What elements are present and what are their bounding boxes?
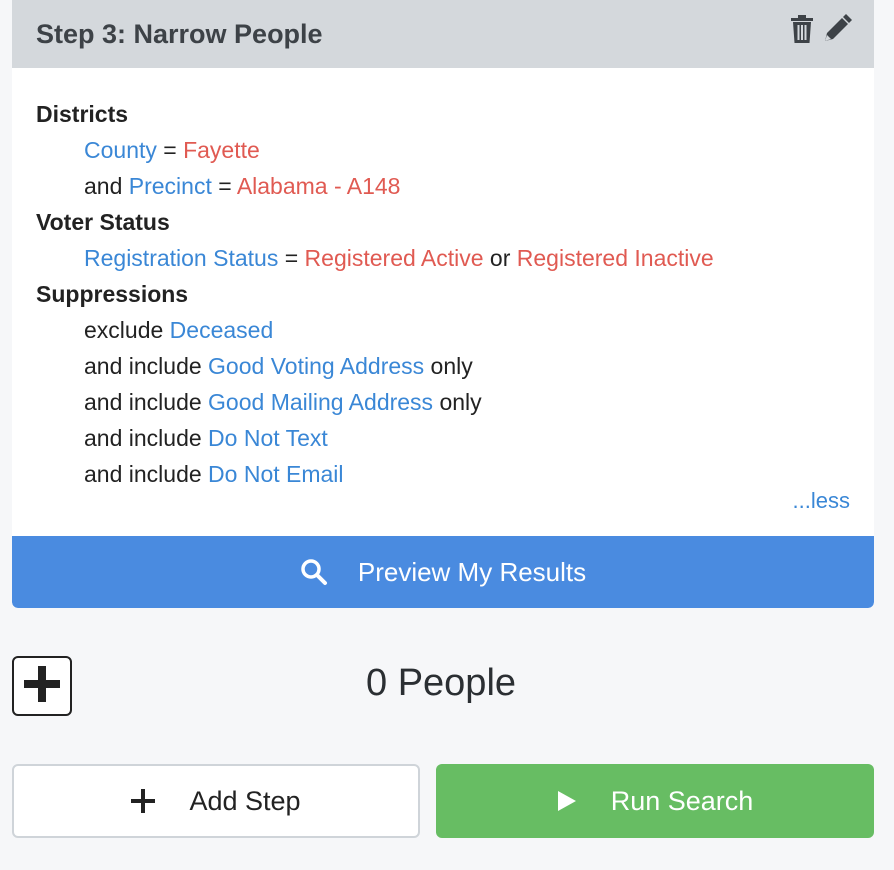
conjunction: and [84,173,123,199]
plus-icon [22,664,62,709]
run-search-label: Run Search [610,785,754,816]
less-link[interactable]: ...less [793,488,850,514]
pencil-icon[interactable] [822,14,852,44]
trash-icon[interactable] [790,14,814,44]
operator: = [284,245,299,271]
step-card: Step 3: Narrow People Districts County =… [12,0,874,608]
district-row: and Precinct = Alabama - A148 [36,168,850,204]
people-count: 0 People [366,662,517,704]
run-search-button[interactable]: Run Search [436,764,874,838]
suppression-row: and include Do Not Text [36,420,850,456]
plus-icon [131,789,156,813]
operator: = [163,137,177,163]
header-actions [790,14,852,44]
suppression-row: and include Good Mailing Address only [36,384,850,420]
suppression-row: and include Do Not Email [36,456,850,492]
preview-results-button[interactable]: Preview My Results [12,536,874,608]
suppression-link[interactable]: Do Not Text [208,425,328,451]
status-value-inactive: Registered Inactive [516,245,714,271]
step-header: Step 3: Narrow People [12,0,874,68]
suppression-prefix: exclude [84,317,164,343]
add-step-button[interactable]: Add Step [12,764,420,838]
suppression-row: and include Good Voting Address only [36,348,850,384]
step-title: Step 3: Narrow People [36,18,323,49]
suppression-link[interactable]: Good Voting Address [208,353,424,379]
suppressions-heading: Suppressions [36,281,189,307]
precinct-value: Alabama - A148 [236,173,401,199]
suppression-prefix: and include [84,353,202,379]
county-field-link[interactable]: County [84,137,157,163]
registration-status-link[interactable]: Registration Status [84,245,278,271]
conjunction: or [489,245,511,271]
add-criteria-button[interactable] [12,656,72,716]
status-value-active: Registered Active [304,245,484,271]
add-step-label: Add Step [189,785,301,816]
operator: = [218,173,232,199]
suppression-prefix: and include [84,425,202,451]
suppression-row: exclude Deceased [36,312,850,348]
suppression-link[interactable]: Do Not Email [208,461,343,487]
search-icon [300,558,328,586]
suppression-prefix: and include [84,461,202,487]
preview-label: Preview My Results [357,556,587,587]
precinct-field-link[interactable]: Precinct [129,173,212,199]
district-row: County = Fayette [36,132,850,168]
criteria-body: Districts County = Fayette and Precinct … [12,68,874,536]
voter-status-heading: Voter Status [36,209,170,235]
suppression-suffix: only [439,389,482,415]
voter-status-row: Registration Status = Registered Active … [36,240,850,276]
suppression-link[interactable]: Deceased [170,317,274,343]
play-icon [557,790,577,812]
districts-heading: Districts [36,101,129,127]
county-value: Fayette [183,137,260,163]
suppression-link[interactable]: Good Mailing Address [208,389,433,415]
suppression-prefix: and include [84,389,202,415]
suppression-suffix: only [430,353,473,379]
